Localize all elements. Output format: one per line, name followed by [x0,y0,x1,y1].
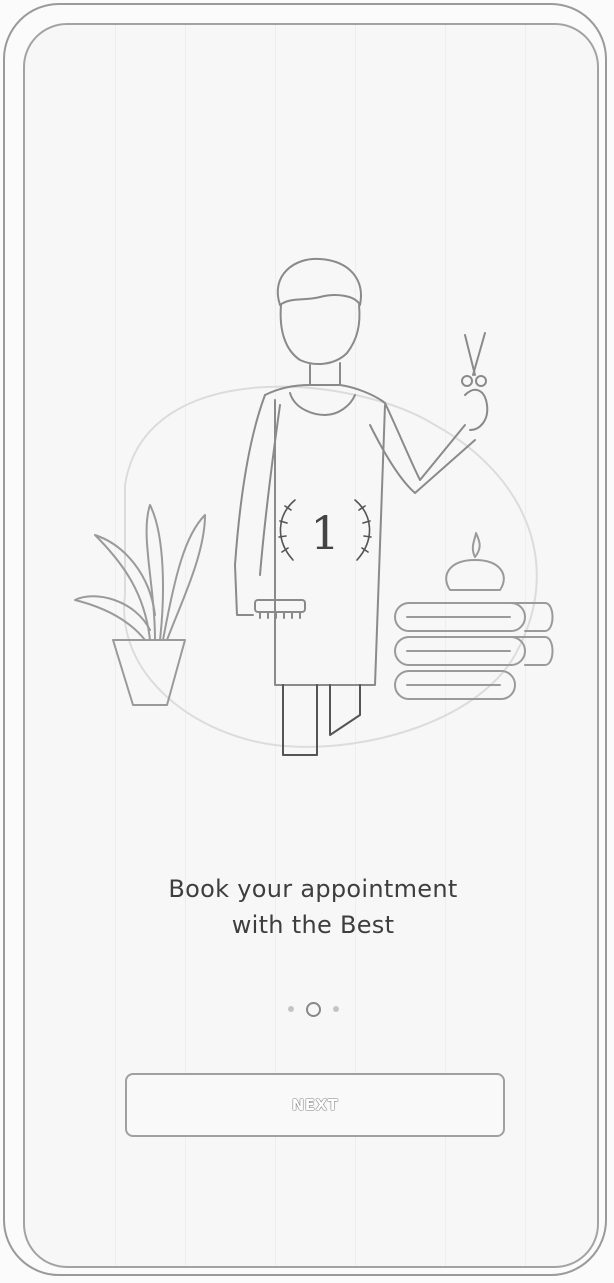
headline-line-1: Book your appointment [168,875,458,903]
onboarding-headline: Book your appointment with the Best [25,871,597,943]
page-indicator [25,999,597,1019]
next-button[interactable]: NEXT [125,1073,505,1137]
barber-illustration: 1 [74,257,554,756]
onboarding-screen: 1 Book your appointment with the Best NE… [23,23,599,1268]
page-dot[interactable] [332,1006,339,1012]
headline-line-2: with the Best [231,911,395,939]
rank-number: 1 [310,506,339,560]
scissors-icon [461,332,487,387]
towels-icon [394,602,554,700]
next-button-label: NEXT [291,1096,339,1114]
comb-icon [254,599,306,619]
page-dot-active[interactable] [305,1001,321,1017]
device-frame: 1 Book your appointment with the Best NE… [3,3,607,1276]
plant-icon [74,504,206,706]
candle-icon [445,532,505,591]
page-dot[interactable] [287,1006,294,1012]
